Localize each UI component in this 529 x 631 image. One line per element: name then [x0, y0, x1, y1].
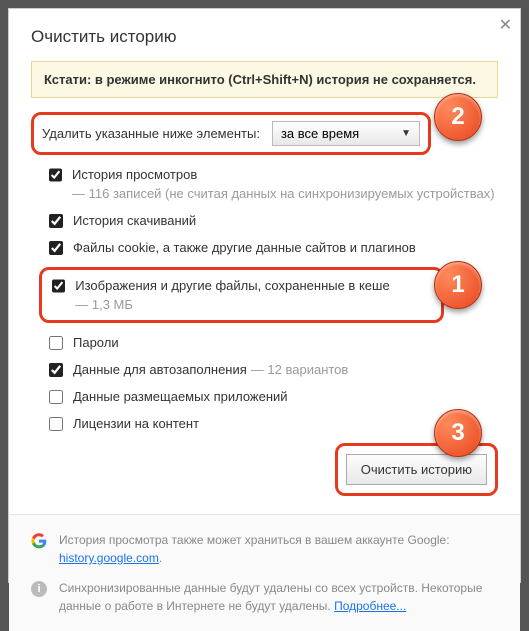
dialog-footer: История просмотра также может храниться … [9, 514, 520, 631]
option-cache[interactable]: Изображения и другие файлы, сохраненные … [52, 278, 431, 312]
dialog-body: Очистить историю Кстати: в режиме инкогн… [9, 9, 520, 431]
option-autofill[interactable]: Данные для автозаполнения — 12 вариантов [49, 362, 498, 377]
time-range-select[interactable]: за все время ▼ [272, 121, 420, 146]
checkbox-licenses[interactable] [49, 417, 63, 431]
checkbox-cookies[interactable] [49, 241, 63, 255]
annotation-badge-2: 2 [434, 93, 482, 141]
clear-history-button[interactable]: Очистить историю [346, 454, 487, 485]
option-cookies[interactable]: Файлы cookie, а также другие данные сайт… [49, 240, 498, 255]
checkbox-downloads[interactable] [49, 214, 63, 228]
learn-more-link[interactable]: Подробнее... [334, 599, 406, 613]
annotation-badge-3: 3 [434, 409, 482, 457]
checkbox-autofill[interactable] [49, 363, 63, 377]
info-icon: i [31, 581, 47, 597]
option-browsing[interactable]: История просмотров — 116 записей (не счи… [49, 167, 498, 201]
option-downloads[interactable]: История скачиваний [49, 213, 498, 228]
option-hosted[interactable]: Данные размещаемых приложений [49, 389, 498, 404]
option-passwords[interactable]: Пароли [49, 335, 498, 350]
dialog-title: Очистить историю [31, 27, 498, 47]
checkbox-cache[interactable] [52, 279, 65, 293]
annotation-badge-1: 1 [434, 261, 482, 309]
close-icon[interactable]: ✕ [499, 15, 512, 35]
checkbox-browsing[interactable] [49, 168, 62, 182]
option-cache-highlight: Изображения и другие файлы, сохраненные … [39, 267, 444, 323]
history-google-link[interactable]: history.google.com [59, 551, 159, 565]
clear-history-dialog: ✕ Очистить историю Кстати: в режиме инко… [8, 8, 521, 583]
chevron-down-icon: ▼ [401, 128, 411, 139]
checkbox-passwords[interactable] [49, 336, 63, 350]
footer-google-row: История просмотра также может храниться … [31, 531, 498, 567]
incognito-tip: Кстати: в режиме инкогнито (Ctrl+Shift+N… [31, 61, 498, 98]
footer-sync-row: i Синхронизированные данные будут удален… [31, 579, 498, 615]
time-range-value: за все время [281, 126, 359, 141]
option-licenses[interactable]: Лицензии на контент [49, 416, 498, 431]
google-icon [31, 533, 47, 549]
options-list: История просмотров — 116 записей (не счи… [31, 167, 498, 431]
dialog-actions: Очистить историю [9, 443, 520, 514]
time-range-label: Удалить указанные ниже элементы: [42, 126, 260, 141]
checkbox-hosted[interactable] [49, 390, 63, 404]
time-range-row: Удалить указанные ниже элементы: за все … [31, 112, 431, 155]
